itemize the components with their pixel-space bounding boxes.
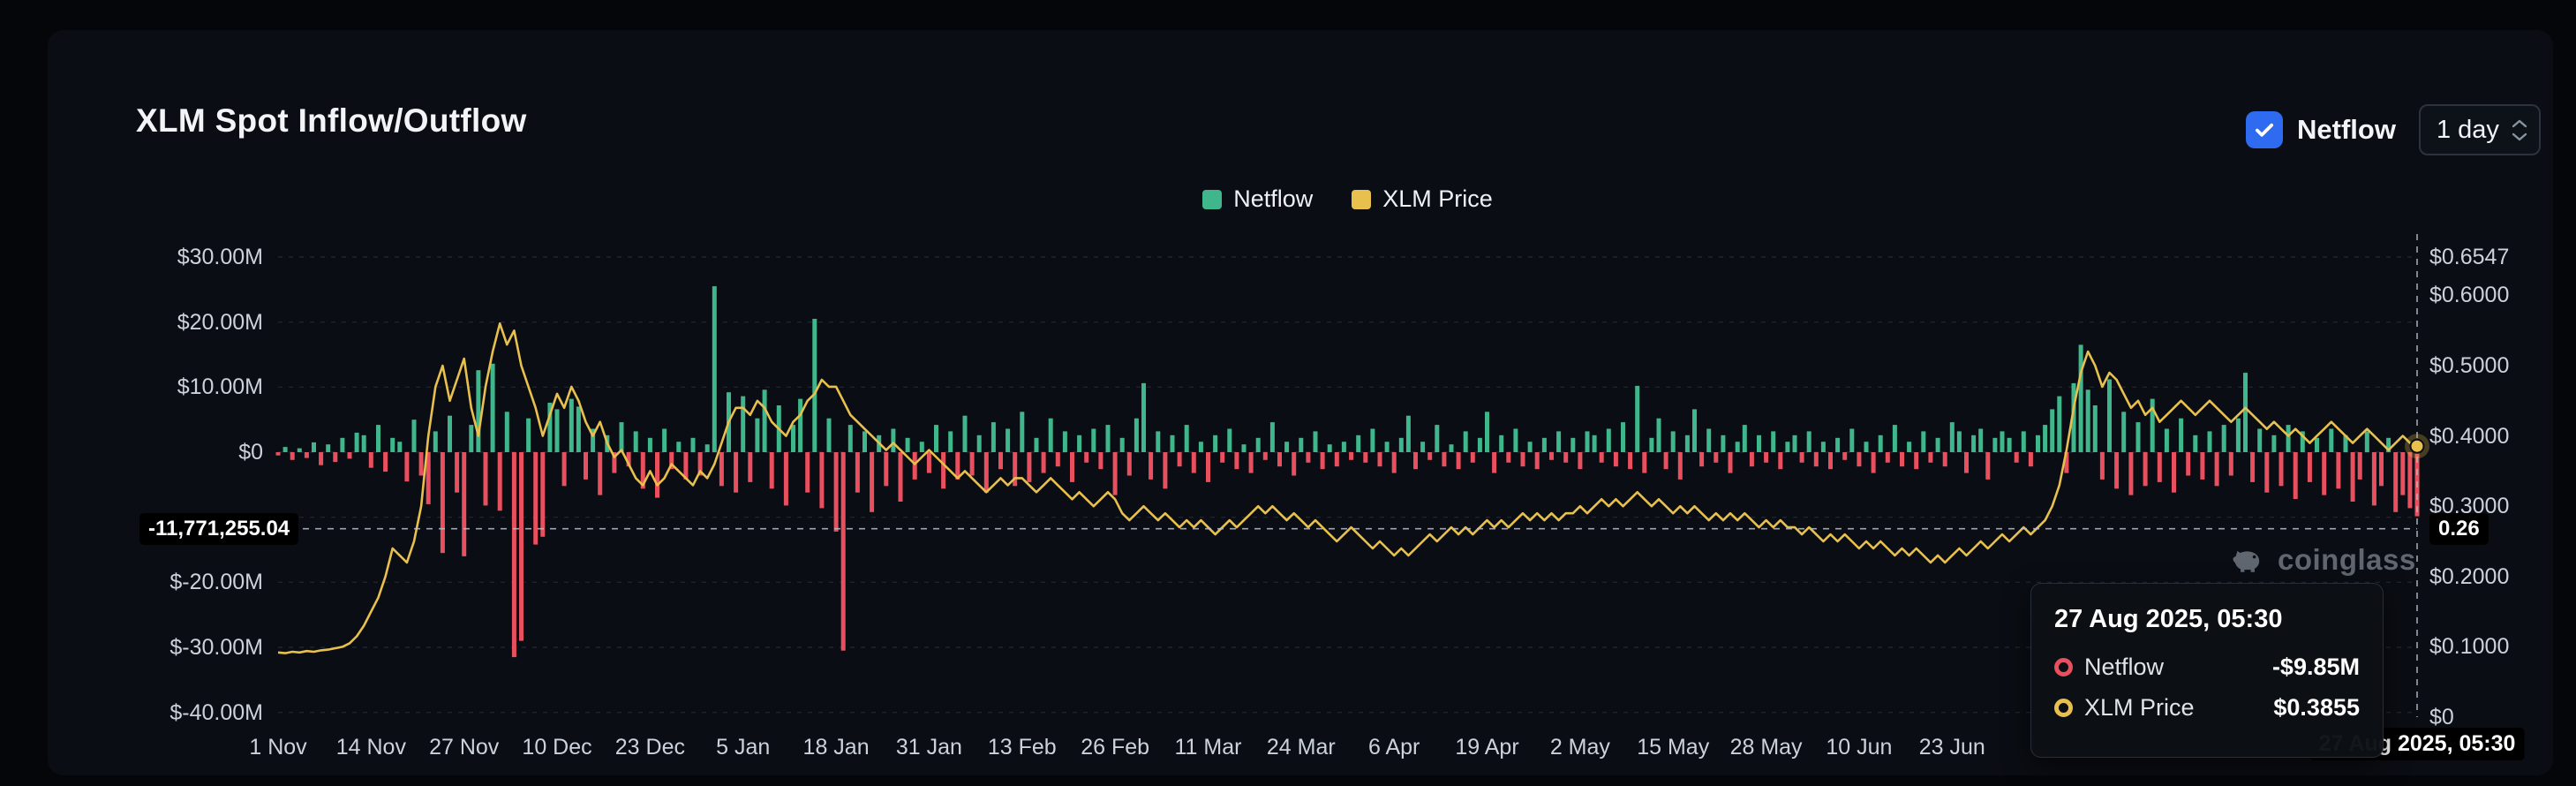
x-axis-tick: 19 Apr bbox=[1455, 735, 1518, 760]
right-axis-tick: $0.6547 bbox=[2429, 244, 2509, 270]
x-axis-tick: 24 Mar bbox=[1267, 735, 1336, 760]
right-axis-tick: $0.5000 bbox=[2429, 352, 2509, 379]
x-axis-tick: 26 Feb bbox=[1081, 735, 1149, 760]
x-axis-tick: 18 Jan bbox=[803, 735, 870, 760]
tooltip-xlm-price-label: XLM Price bbox=[2084, 694, 2195, 722]
left-axis-tick: $-30.00M bbox=[0, 634, 263, 661]
left-axis-tick: $-20.00M bbox=[0, 569, 263, 595]
legend-item-netflow[interactable]: Netflow bbox=[1202, 185, 1313, 213]
x-axis-tick: 31 Jan bbox=[896, 735, 962, 760]
left-axis-tick: $30.00M bbox=[0, 244, 263, 270]
right-axis: $0.6547$0.6000$0.5000$0.4000$0.3000$0.20… bbox=[2429, 0, 2574, 786]
crosshair-price-label: 0.26 bbox=[2429, 513, 2489, 545]
left-axis-tick: $0 bbox=[0, 439, 263, 465]
left-axis-tick: $10.00M bbox=[0, 374, 263, 400]
left-axis-tick: $20.00M bbox=[0, 309, 263, 336]
left-axis: $30.00M $20.00M $10.00M $0 $-20.00M $-30.00M $… bbox=[0, 0, 263, 786]
x-axis-tick: 23 Dec bbox=[615, 735, 685, 760]
x-axis-tick: 10 Jun bbox=[1826, 735, 1892, 760]
right-axis-tick: $0.1000 bbox=[2429, 633, 2509, 660]
x-axis-tick: 5 Jan bbox=[716, 735, 770, 760]
tooltip-xlm-price-value: $0.3855 bbox=[2273, 694, 2360, 722]
watermark-text: coinglass bbox=[2278, 543, 2416, 577]
tooltip-netflow-label: Netflow bbox=[2084, 654, 2164, 681]
tooltip-row-netflow: Netflow -$9.85M bbox=[2054, 654, 2360, 681]
x-axis-tick: 1 Nov bbox=[249, 735, 306, 760]
tooltip-date: 27 Aug 2025, 05:30 bbox=[2054, 605, 2360, 634]
x-axis-tick: 2 May bbox=[1550, 735, 1610, 760]
right-axis-tick: $0.4000 bbox=[2429, 423, 2509, 450]
legend-label-xlm-price: XLM Price bbox=[1382, 185, 1493, 213]
tooltip-row-xlm-price: XLM Price $0.3855 bbox=[2054, 694, 2360, 722]
chart-tooltip: 27 Aug 2025, 05:30 Netflow -$9.85M XLM P… bbox=[2030, 583, 2384, 758]
tooltip-netflow-value: -$9.85M bbox=[2272, 654, 2360, 681]
x-axis-tick: 11 Mar bbox=[1174, 735, 1241, 760]
netflow-dot-icon bbox=[2054, 658, 2073, 676]
right-axis-tick: $0.2000 bbox=[2429, 563, 2509, 590]
x-axis-tick: 15 May bbox=[1637, 735, 1709, 760]
x-axis-tick: 14 Nov bbox=[336, 735, 406, 760]
xlm-price-swatch-icon bbox=[1352, 190, 1371, 209]
legend-item-xlm-price[interactable]: XLM Price bbox=[1352, 185, 1493, 213]
chart-legend: Netflow XLM Price bbox=[278, 185, 2417, 213]
xlm-price-dot-icon bbox=[2054, 699, 2073, 717]
crosshair-netflow-label: -11,771,255.04 bbox=[139, 513, 298, 545]
x-axis-tick: 13 Feb bbox=[988, 735, 1057, 760]
x-axis-tick: 27 Nov bbox=[429, 735, 499, 760]
left-axis-tick: $-40.00M bbox=[0, 699, 263, 726]
coinglass-watermark: coinglass bbox=[2228, 540, 2416, 579]
x-axis-tick: 6 Apr bbox=[1368, 735, 1420, 760]
right-axis-tick: $0.6000 bbox=[2429, 282, 2509, 308]
right-axis-tick: $0 bbox=[2429, 704, 2454, 730]
x-axis-tick: 28 May bbox=[1730, 735, 1803, 760]
legend-label-netflow: Netflow bbox=[1233, 185, 1313, 213]
netflow-swatch-icon bbox=[1202, 190, 1222, 209]
coinglass-logo-icon bbox=[2228, 540, 2267, 579]
x-axis-tick: 23 Jun bbox=[1919, 735, 1985, 760]
x-axis-tick: 10 Dec bbox=[522, 735, 591, 760]
